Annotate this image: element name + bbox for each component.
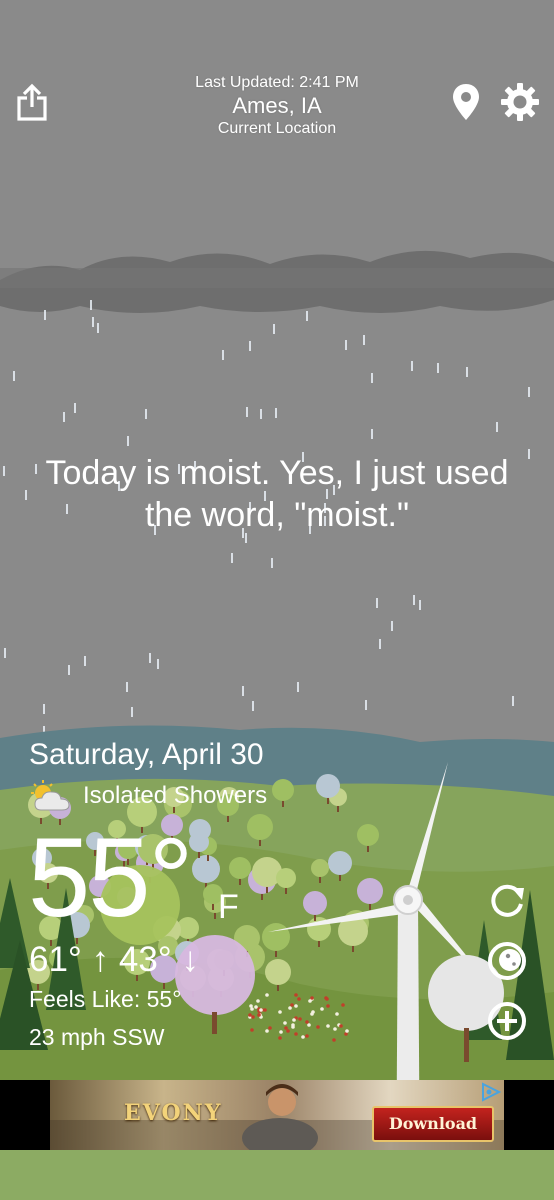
current-location-label: Current Location <box>217 120 337 137</box>
ad-brand-logo: EVONY <box>124 1100 223 1126</box>
refresh-button[interactable] <box>486 880 528 922</box>
location-header: Last Updated: 2:41 PM Ames, IA Current L… <box>127 74 427 138</box>
city-name[interactable]: Ames, IA <box>127 92 427 120</box>
high-low-temperature: 61° ↑ 43° ↓ <box>29 940 200 979</box>
moon-icon <box>488 942 526 980</box>
temperature-unit[interactable]: F <box>218 888 239 927</box>
gear-icon <box>501 83 539 121</box>
partly-cloudy-sun-icon <box>31 780 70 811</box>
share-button[interactable] <box>12 82 52 122</box>
wind-speed: 23 mph SSW <box>29 1024 165 1050</box>
share-icon <box>17 83 47 121</box>
refresh-icon <box>491 884 524 917</box>
condition-text: Isolated Showers <box>83 782 268 809</box>
weather-quip: Today is moist. Yes, I just used the wor… <box>45 454 509 534</box>
moon-phase-button[interactable] <box>486 940 528 982</box>
location-pin-icon <box>453 84 479 120</box>
plus-circle-icon <box>488 1002 526 1040</box>
ad-container: EVONY Download <box>0 1080 554 1150</box>
feels-like: Feels Like: 55° <box>29 986 182 1012</box>
ad-choices-icon[interactable] <box>480 1082 502 1102</box>
ad-download-button[interactable]: Download <box>372 1106 494 1142</box>
forecast-date: Saturday, April 30 <box>29 738 264 771</box>
settings-button[interactable] <box>500 82 540 122</box>
weather-scene <box>0 0 554 1200</box>
add-location-button[interactable] <box>486 1000 528 1042</box>
location-button[interactable] <box>446 82 486 122</box>
condition-row: Isolated Showers <box>29 780 267 812</box>
last-updated-label: Last Updated: 2:41 PM <box>195 74 359 91</box>
ad-banner[interactable]: EVONY Download <box>50 1080 504 1150</box>
current-temperature: 55° <box>28 815 193 940</box>
